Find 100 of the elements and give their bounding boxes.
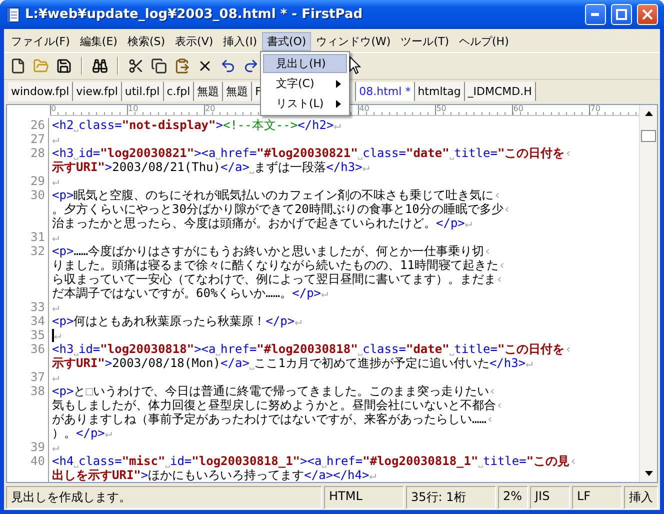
attribute-value: "この見 — [526, 454, 570, 468]
whitespace-mark: ˽ — [322, 454, 326, 468]
body-text: 何はともあれ秋葉原ったら秋葉原！ — [74, 314, 266, 328]
body-text: だ本調子ではないですが。60%くらいか……。 — [52, 286, 292, 300]
file-tab[interactable]: 無題 — [194, 82, 224, 101]
whitespace-mark: ‹ — [564, 342, 572, 356]
body-text: ら収まっていて一安心（てなわけで、例によって翌日昼間に書いてます）。まだま — [52, 272, 496, 286]
attribute-value: "misc" — [122, 454, 166, 468]
ruler-number: 0 — [51, 105, 56, 115]
html-tag: </p> — [266, 314, 295, 328]
file-tab[interactable]: window.fpl — [8, 82, 74, 101]
new-file-icon — [10, 58, 26, 74]
scrollbar-thumb[interactable] — [641, 130, 656, 142]
line-number: 30 — [30, 188, 45, 202]
body-text: 2003/08/21(Thu) — [112, 160, 221, 174]
html-tag: </p> — [292, 286, 322, 300]
attribute-name: class= — [78, 118, 122, 132]
whitespace-mark: ↵ — [52, 230, 60, 244]
attribute-name: class= — [362, 342, 406, 356]
whitespace-mark: ‹ — [484, 244, 492, 258]
menu-item[interactable]: 表示(V) — [170, 32, 218, 51]
file-tab[interactable]: _IDMCMD.H — [464, 82, 536, 101]
attribute-value: "この日付を — [497, 146, 565, 160]
whitespace-mark: ‹ — [494, 188, 501, 202]
menu-item[interactable]: ウィンドウ(W) — [311, 32, 396, 51]
maximize-button[interactable] — [611, 4, 632, 25]
whitespace-mark: ˽ — [358, 146, 363, 160]
html-tag: <p> — [52, 244, 74, 258]
attribute-name: id= — [78, 342, 100, 356]
menu-item[interactable]: ツール(T) — [396, 32, 454, 51]
whitespace-mark: ‹ — [486, 412, 494, 426]
menu-item[interactable]: ヘルプ(H) — [454, 32, 514, 51]
file-tab[interactable]: c.fpl — [164, 82, 194, 101]
attribute-value: "この日付を — [497, 342, 565, 356]
html-tag: ><a — [300, 454, 322, 468]
line-number: 36 — [30, 342, 45, 356]
attribute-name: href= — [220, 342, 257, 356]
body-text: と — [74, 384, 86, 398]
body-text: りました。頭痛は寝るまで徐々に酷くなりながら続いたものの、11時間寝て起きた — [52, 258, 498, 272]
menu-item[interactable]: 挿入(I) — [218, 32, 262, 51]
folder-icon — [33, 58, 49, 74]
dropdown-item[interactable]: 文字(C) — [262, 74, 347, 93]
line-number: 38 — [30, 384, 45, 398]
whitespace-mark: ↵ — [334, 118, 341, 132]
redo-icon — [243, 58, 259, 74]
attribute-value: "log20030818" — [100, 342, 194, 356]
whitespace-mark: ↵ — [362, 160, 370, 174]
dropdown-item[interactable]: 見出し(H) — [262, 54, 347, 73]
html-tag: </p> — [436, 216, 465, 230]
menu-item[interactable]: 書式(O) — [262, 32, 312, 51]
minimize-button[interactable] — [585, 4, 606, 25]
attribute-name: href= — [326, 454, 363, 468]
attribute-name: class= — [362, 146, 406, 160]
menu-item[interactable]: 検索(S) — [122, 32, 170, 51]
whitespace-mark: ↵ — [526, 356, 533, 370]
file-tab[interactable]: 無題 — [223, 82, 252, 101]
status-text: 挿入 — [624, 486, 658, 509]
menu-item[interactable]: ファイル(F) — [6, 32, 75, 51]
attribute-value: "#log20030821" — [256, 146, 358, 160]
dropdown-item[interactable]: リスト(L) — [262, 94, 347, 113]
whitespace-mark: ˽ — [249, 356, 254, 370]
html-tag: > — [104, 160, 112, 174]
ruler-number: 20 — [205, 105, 216, 115]
menu-item[interactable]: 編集(E) — [74, 32, 122, 51]
ruler-number: 60 — [513, 105, 524, 115]
body-text: ……今度ばかりはさすがにもうお終いかと思いましたが、何とか一仕事乗り切 — [74, 244, 484, 258]
whitespace-mark: ˽ — [449, 342, 454, 356]
attribute-value: "date" — [406, 342, 450, 356]
html-tag: </a> — [220, 356, 250, 370]
attribute-value: "log20030818_1" — [192, 454, 300, 468]
close-button[interactable] — [637, 4, 658, 25]
html-tag: > — [104, 356, 112, 370]
line-number: 27 — [30, 132, 45, 146]
attribute-value: 出しを示すURI" — [52, 468, 141, 482]
ruler-number: 70 — [590, 105, 600, 115]
whitespace-mark: ↵ — [464, 216, 472, 230]
clipboard-icon — [174, 58, 190, 74]
file-tab[interactable]: htmltag — [414, 82, 465, 101]
ruler-number: 50 — [436, 105, 446, 115]
html-tag: <h3 — [52, 342, 74, 356]
html-tag: ><a — [194, 146, 216, 160]
file-tab[interactable]: view.fpl — [73, 82, 122, 101]
file-tab[interactable]: 08.html * — [356, 82, 415, 101]
attribute-value: 示すURI" — [52, 356, 105, 370]
file-tab[interactable]: util.fpl — [122, 82, 164, 101]
line-number: 31 — [30, 230, 45, 244]
html-tag: <h2 — [52, 118, 74, 132]
scissors-icon — [128, 58, 144, 74]
whitespace-mark: ↵ — [52, 370, 60, 384]
copy-button[interactable] — [149, 56, 169, 76]
status-text: 2% — [498, 486, 528, 509]
html-tag: </p> — [76, 426, 105, 440]
whitespace-mark: ↵ — [52, 174, 60, 188]
line-number: 33 — [30, 300, 45, 314]
whitespace-mark: ˽ — [478, 454, 483, 468]
up-arrow-icon — [644, 110, 654, 117]
whitespace-mark: ˽ — [216, 342, 221, 356]
html-tag: </h3> — [326, 160, 362, 174]
attribute-name: title= — [454, 342, 498, 356]
line-number: 37 — [30, 370, 45, 384]
